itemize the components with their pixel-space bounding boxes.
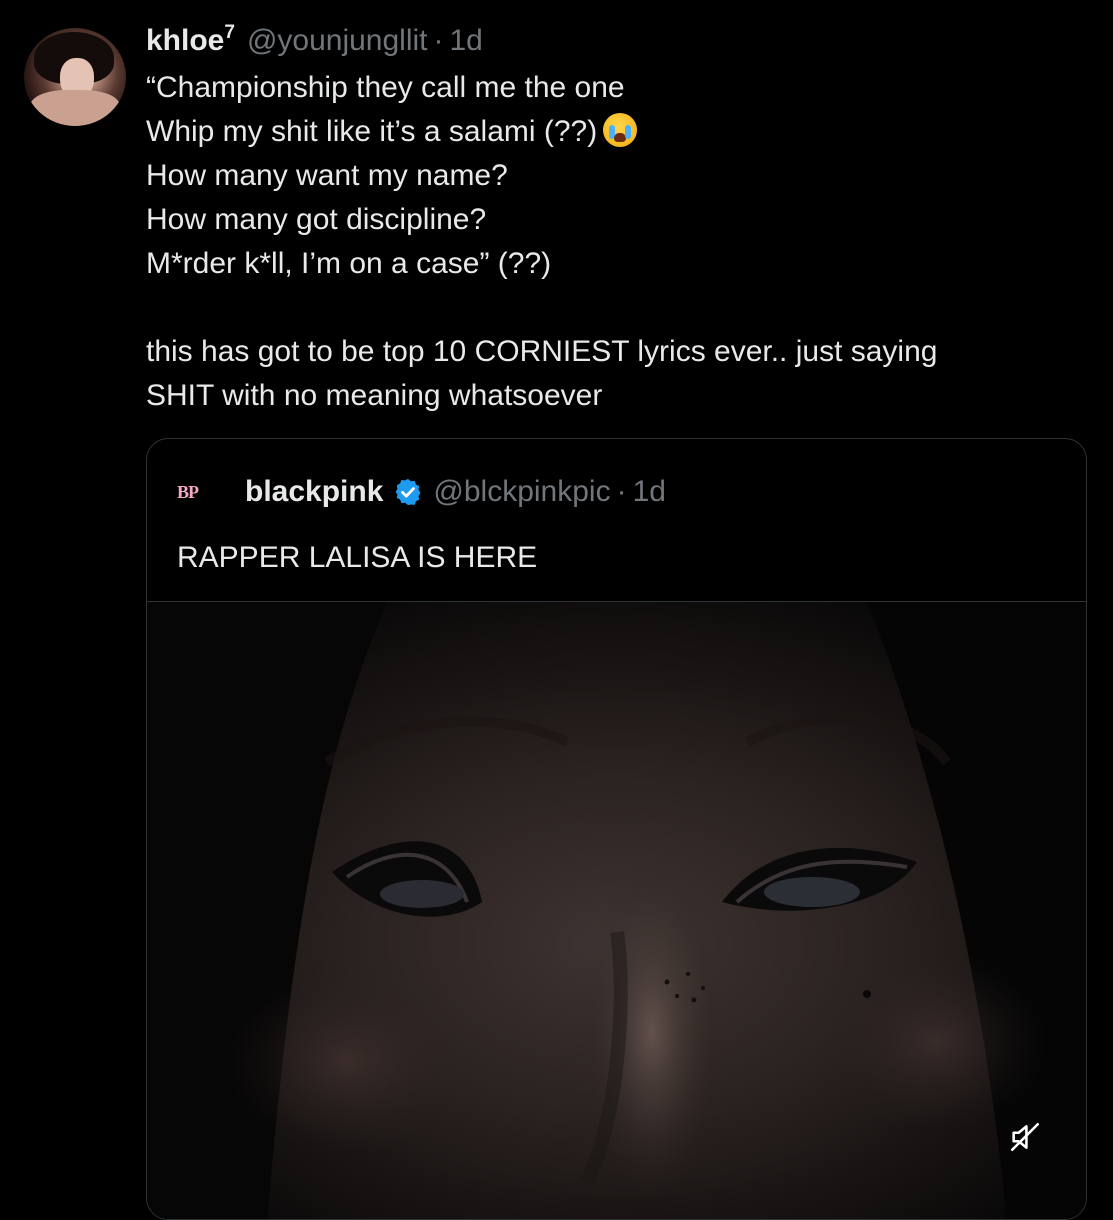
tweet-header: khloe7 @younjungllit · 1d [146,22,483,58]
quoted-tweet-video[interactable] [147,601,1086,1219]
author-display-name[interactable]: khloe7 [146,22,235,58]
tweet-line: SHIT with no meaning whatsoever [146,379,603,412]
tweet-line: “Championship they call me the one [146,71,625,104]
quoted-tweet-header: BP blackpink @blckpinkpic · 1d [177,475,666,509]
quoted-author-handle[interactable]: @blckpinkpic [433,475,610,509]
tweet-line: How many got discipline? [146,203,487,236]
video-thumbnail [147,602,1086,1219]
muted-speaker-icon[interactable] [1008,1120,1048,1160]
tweet-line: How many want my name? [146,159,508,192]
quoted-header-separator: · [616,475,627,508]
blackpink-logo-avatar[interactable]: BP [177,477,225,507]
quoted-tweet-card[interactable]: BP blackpink @blckpinkpic · 1d RAPPER LA… [146,438,1087,1220]
header-separator: · [433,24,444,57]
tweet-text: “Championship they call me the one Whip … [146,66,1096,418]
loudly-crying-face-emoji-icon [603,113,638,147]
tweet-line: this has got to be top 10 CORNIEST lyric… [146,335,938,368]
display-name-superscript: 7 [224,22,235,43]
verified-badge-icon [393,477,423,507]
tweet[interactable]: khloe7 @younjungllit · 1d “Championship … [0,0,1113,1220]
quoted-tweet-timestamp[interactable]: 1d [633,475,666,509]
tweet-line: M*rder k*ll, I’m on a case” (??) [146,247,552,280]
tweet-line-text: Whip my shit like it’s a salami (??) [146,115,598,148]
quoted-tweet-text: RAPPER LALISA IS HERE [177,541,538,574]
author-avatar[interactable] [24,28,126,126]
quoted-author-display-name[interactable]: blackpink [245,475,383,509]
author-handle[interactable]: @younjungllit [247,24,428,58]
avatar-arm [30,90,120,126]
tweet-line-with-emoji: Whip my shit like it’s a salami (??) [146,110,1096,154]
tweet-timestamp[interactable]: 1d [450,24,483,58]
